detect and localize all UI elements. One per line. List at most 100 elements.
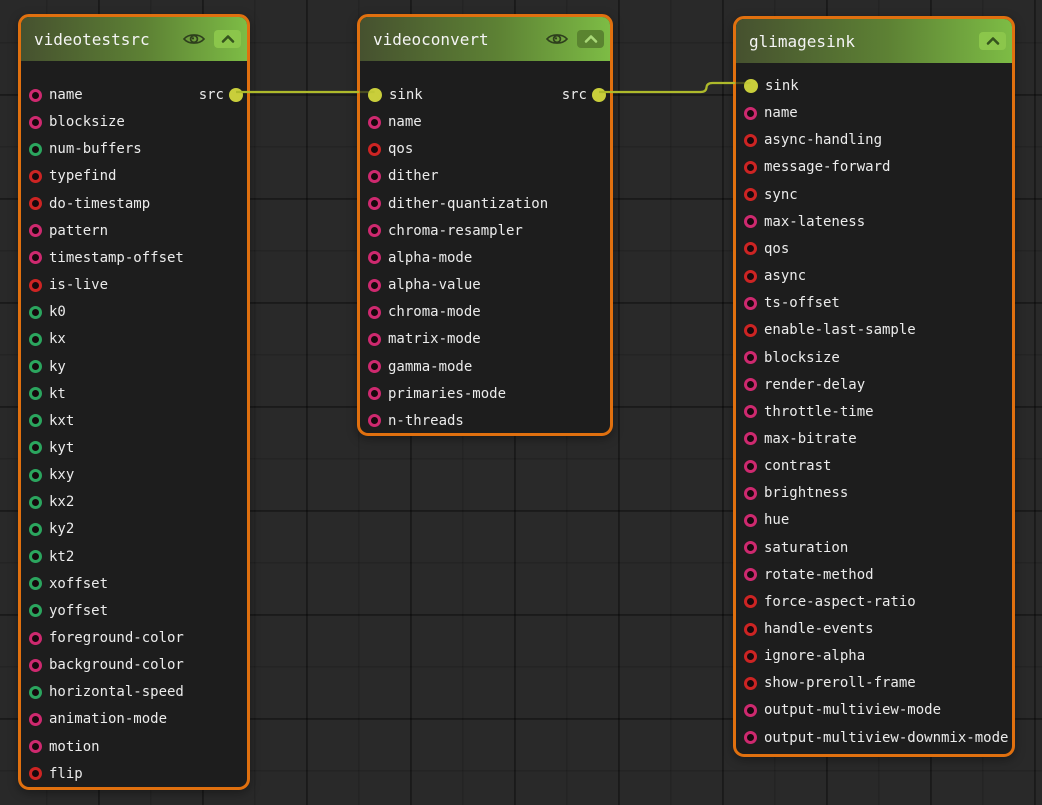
property-port[interactable] xyxy=(29,604,42,617)
property-port[interactable] xyxy=(29,170,42,183)
src-pad-port[interactable] xyxy=(229,88,243,102)
property-port[interactable] xyxy=(368,224,381,237)
node-videotestsrc[interactable]: videotestsrcnamesrcblocksizenum-bufferst… xyxy=(18,14,250,790)
property-port[interactable] xyxy=(368,360,381,373)
property-port[interactable] xyxy=(29,251,42,264)
property-port[interactable] xyxy=(368,387,381,400)
connection-wire[interactable] xyxy=(599,83,735,92)
property-port[interactable] xyxy=(744,378,757,391)
property-port[interactable] xyxy=(29,89,42,102)
property-row: chroma-resampler xyxy=(360,217,610,244)
property-port[interactable] xyxy=(29,441,42,454)
property-port[interactable] xyxy=(744,107,757,120)
property-port[interactable] xyxy=(744,351,757,364)
property-port[interactable] xyxy=(29,767,42,780)
property-port[interactable] xyxy=(744,568,757,581)
node-videoconvert[interactable]: videoconvertsinksrcnameqosditherdither-q… xyxy=(357,14,613,436)
property-port[interactable] xyxy=(744,623,757,636)
property-port[interactable] xyxy=(29,387,42,400)
property-port[interactable] xyxy=(744,541,757,554)
property-row: contrast xyxy=(736,453,1012,480)
property-port[interactable] xyxy=(744,215,757,228)
property-port[interactable] xyxy=(29,686,42,699)
property-label: force-aspect-ratio xyxy=(764,594,916,610)
collapse-button[interactable] xyxy=(577,30,604,48)
collapse-button[interactable] xyxy=(979,32,1006,50)
property-port[interactable] xyxy=(368,251,381,264)
property-port[interactable] xyxy=(29,632,42,645)
property-row: kt xyxy=(21,380,247,407)
property-port[interactable] xyxy=(744,270,757,283)
property-port[interactable] xyxy=(368,116,381,129)
property-port[interactable] xyxy=(29,577,42,590)
property-port[interactable] xyxy=(29,659,42,672)
property-port[interactable] xyxy=(29,496,42,509)
property-port[interactable] xyxy=(29,333,42,346)
property-port[interactable] xyxy=(368,306,381,319)
src-pad-port[interactable] xyxy=(592,88,606,102)
property-port[interactable] xyxy=(29,360,42,373)
property-row: kt2 xyxy=(21,543,247,570)
property-port[interactable] xyxy=(744,595,757,608)
visibility-icon[interactable] xyxy=(181,30,207,48)
node-glimagesink[interactable]: glimagesinksinknameasync-handlingmessage… xyxy=(733,16,1015,757)
property-port[interactable] xyxy=(744,677,757,690)
property-row: ignore-alpha xyxy=(736,643,1012,670)
node-header[interactable]: glimagesink xyxy=(736,19,1012,63)
property-row: rotate-method xyxy=(736,561,1012,588)
property-port[interactable] xyxy=(744,324,757,337)
property-port[interactable] xyxy=(368,279,381,292)
property-label: rotate-method xyxy=(764,567,874,583)
property-port[interactable] xyxy=(744,514,757,527)
property-port[interactable] xyxy=(744,432,757,445)
property-label: sync xyxy=(764,187,798,203)
property-port[interactable] xyxy=(29,224,42,237)
property-port[interactable] xyxy=(368,170,381,183)
property-row: alpha-mode xyxy=(360,244,610,271)
node-editor-canvas[interactable]: videotestsrcnamesrcblocksizenum-bufferst… xyxy=(0,0,1042,805)
sink-pad-port[interactable] xyxy=(368,88,382,102)
property-port[interactable] xyxy=(29,740,42,753)
property-port[interactable] xyxy=(29,306,42,319)
property-label: render-delay xyxy=(764,377,865,393)
property-port[interactable] xyxy=(368,414,381,427)
property-port[interactable] xyxy=(744,134,757,147)
property-row: flip xyxy=(21,760,247,787)
property-port[interactable] xyxy=(744,297,757,310)
property-port[interactable] xyxy=(368,197,381,210)
property-label: saturation xyxy=(764,540,848,556)
property-port[interactable] xyxy=(29,414,42,427)
sink-pad-port[interactable] xyxy=(744,79,758,93)
property-port[interactable] xyxy=(29,197,42,210)
property-row: pattern xyxy=(21,217,247,244)
property-port[interactable] xyxy=(368,333,381,346)
property-port[interactable] xyxy=(744,487,757,500)
property-row: motion xyxy=(21,733,247,760)
property-label: alpha-mode xyxy=(388,250,472,266)
node-header[interactable]: videoconvert xyxy=(360,17,610,61)
property-port[interactable] xyxy=(744,161,757,174)
node-header[interactable]: videotestsrc xyxy=(21,17,247,61)
visibility-icon[interactable] xyxy=(544,30,570,48)
property-port[interactable] xyxy=(29,469,42,482)
property-port[interactable] xyxy=(29,116,42,129)
property-port[interactable] xyxy=(744,460,757,473)
property-row: show-preroll-frame xyxy=(736,670,1012,697)
property-port[interactable] xyxy=(744,188,757,201)
property-port[interactable] xyxy=(744,704,757,717)
property-port[interactable] xyxy=(29,713,42,726)
property-port[interactable] xyxy=(29,523,42,536)
property-port[interactable] xyxy=(744,405,757,418)
property-row: chroma-mode xyxy=(360,299,610,326)
property-port[interactable] xyxy=(29,143,42,156)
chevron-up-icon xyxy=(580,32,602,46)
property-port[interactable] xyxy=(368,143,381,156)
property-port[interactable] xyxy=(29,550,42,563)
collapse-button[interactable] xyxy=(214,30,241,48)
property-port[interactable] xyxy=(744,242,757,255)
property-port[interactable] xyxy=(29,279,42,292)
property-port[interactable] xyxy=(744,650,757,663)
property-label: is-live xyxy=(49,277,108,293)
property-label: async xyxy=(764,268,806,284)
property-port[interactable] xyxy=(744,731,757,744)
